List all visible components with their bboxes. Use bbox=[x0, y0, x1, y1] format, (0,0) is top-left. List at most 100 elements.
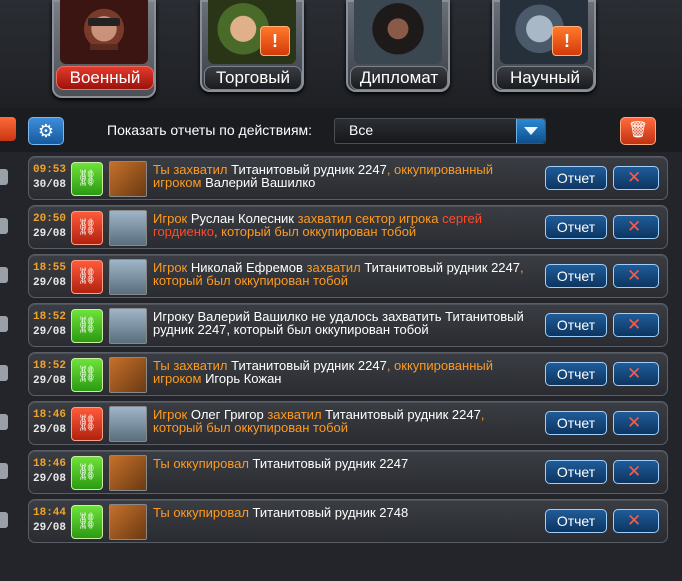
message-segment: Ты оккупировал bbox=[153, 505, 253, 520]
report-button[interactable]: Отчет bbox=[545, 313, 607, 337]
close-icon: ✕ bbox=[627, 413, 642, 432]
handcuffs-icon: ⛓ bbox=[71, 309, 103, 343]
alert-badge: ! bbox=[552, 26, 582, 56]
report-button[interactable]: Отчет bbox=[545, 509, 607, 533]
delete-button[interactable]: ✕ bbox=[613, 166, 659, 190]
handcuffs-icon: ⛓ bbox=[71, 211, 103, 245]
player-avatar bbox=[109, 308, 147, 344]
report-button[interactable]: Отчет bbox=[545, 411, 607, 435]
filter-label: Показать отчеты по действиям: bbox=[107, 122, 313, 138]
message-segment: Титанитовый рудник 2247 bbox=[325, 407, 481, 422]
handcuffs-icon: ⛓ bbox=[71, 456, 103, 490]
advisor-label: Научный bbox=[496, 66, 594, 90]
message-segment: Валерий Вашилко bbox=[205, 175, 316, 190]
chevron-down-icon[interactable] bbox=[516, 119, 545, 143]
message-segment: Ты оккупировал bbox=[153, 456, 253, 471]
event-date: 29/08 bbox=[33, 326, 67, 338]
status-glyph: ⛓ bbox=[76, 513, 98, 530]
event-time: 09:53 bbox=[33, 164, 67, 176]
row-edge-tab[interactable] bbox=[0, 218, 8, 234]
close-icon: ✕ bbox=[627, 462, 642, 481]
diplomat-advisor-portrait bbox=[354, 0, 442, 64]
advisor-label: Дипломат bbox=[350, 66, 448, 90]
status-glyph: ⛓ bbox=[76, 170, 98, 187]
status-glyph: ⛓ bbox=[76, 366, 98, 383]
event-date: 29/08 bbox=[33, 424, 67, 436]
handcuffs-icon: ⛓ bbox=[71, 358, 103, 392]
event-row: 18:44 29/08 ⛓ Ты оккупировал Титанитовый ру… bbox=[28, 499, 668, 543]
event-time: 18:44 bbox=[33, 507, 67, 519]
close-icon: ✕ bbox=[627, 217, 642, 236]
delete-button[interactable]: ✕ bbox=[613, 460, 659, 484]
handcuffs-icon: ⛓ bbox=[71, 260, 103, 294]
report-button[interactable]: Отчет bbox=[545, 460, 607, 484]
event-row: 18:55 29/08 ⛓ Игрок Николай Ефремов захвати… bbox=[28, 254, 668, 298]
row-edge-tab[interactable] bbox=[0, 365, 8, 381]
delete-button[interactable]: ✕ bbox=[613, 509, 659, 533]
event-time: 18:52 bbox=[33, 311, 67, 323]
report-button[interactable]: Отчет bbox=[545, 362, 607, 386]
event-date: 29/08 bbox=[33, 473, 67, 485]
settings-gear-icon[interactable]: ⚙ bbox=[28, 117, 64, 145]
event-date: 29/08 bbox=[33, 522, 67, 534]
advisor-diplomat[interactable]: Дипломат bbox=[346, 0, 450, 92]
advisor-label: Военный bbox=[56, 66, 154, 90]
delete-button[interactable]: ✕ bbox=[613, 313, 659, 337]
event-message: Ты оккупировал Титанитовый рудник 2748 bbox=[153, 506, 533, 519]
trash-icon[interactable]: 🗑 bbox=[620, 117, 656, 145]
close-icon: ✕ bbox=[627, 168, 642, 187]
handcuffs-icon: ⛓ bbox=[71, 407, 103, 441]
event-message: Игрок Руслан Колесник захватил сектор иг… bbox=[153, 212, 533, 238]
delete-button[interactable]: ✕ bbox=[613, 264, 659, 288]
handcuffs-icon: ⛓ bbox=[71, 505, 103, 539]
advisor-science[interactable]: ! Научный bbox=[492, 0, 596, 92]
row-edge-tab[interactable] bbox=[0, 169, 8, 185]
mine-icon bbox=[109, 455, 147, 491]
event-time: 18:46 bbox=[33, 409, 67, 421]
status-glyph: ⛓ bbox=[76, 464, 98, 481]
event-message: Игроку Валерий Вашилко не удалось захват… bbox=[153, 310, 533, 336]
event-row: 20:50 29/08 ⛓ Игрок Руслан Колесник захвати… bbox=[28, 205, 668, 249]
report-button[interactable]: Отчет bbox=[545, 166, 607, 190]
side-tab-button[interactable] bbox=[0, 117, 16, 141]
event-message: Игрок Олег Григор захватил Титанитовый р… bbox=[153, 408, 533, 434]
event-row: 18:46 29/08 ⛓ Игрок Олег Григор захватил Ти… bbox=[28, 401, 668, 445]
message-segment: , который был оккупирован тобой bbox=[213, 224, 417, 239]
player-avatar bbox=[109, 406, 147, 442]
message-segment: Титанитовый рудник 2247 bbox=[364, 260, 520, 275]
report-button[interactable]: Отчет bbox=[545, 264, 607, 288]
event-message: Ты оккупировал Титанитовый рудник 2247 bbox=[153, 457, 533, 470]
filter-value: Все bbox=[349, 122, 374, 138]
event-message: Игрок Николай Ефремов захватил Титанитов… bbox=[153, 261, 533, 287]
filter-dropdown[interactable]: Все bbox=[334, 118, 546, 144]
military-advisor-portrait bbox=[60, 0, 148, 64]
player-avatar bbox=[109, 259, 147, 295]
close-icon: ✕ bbox=[627, 511, 642, 530]
status-glyph: ⛓ bbox=[76, 317, 98, 334]
delete-button[interactable]: ✕ bbox=[613, 215, 659, 239]
row-edge-tab[interactable] bbox=[0, 414, 8, 430]
status-glyph: ⛓ bbox=[76, 219, 98, 236]
event-message: Ты захватил Титанитовый рудник 2247, окк… bbox=[153, 359, 533, 385]
delete-button[interactable]: ✕ bbox=[613, 362, 659, 386]
row-edge-tab[interactable] bbox=[0, 316, 8, 332]
event-row: 18:46 29/08 ⛓ Ты оккупировал Титанитовый ру… bbox=[28, 450, 668, 494]
row-edge-tab[interactable] bbox=[0, 512, 8, 528]
delete-button[interactable]: ✕ bbox=[613, 411, 659, 435]
close-icon: ✕ bbox=[627, 364, 642, 383]
row-edge-tab[interactable] bbox=[0, 463, 8, 479]
event-date: 29/08 bbox=[33, 375, 67, 387]
report-button[interactable]: Отчет bbox=[545, 215, 607, 239]
event-time: 20:50 bbox=[33, 213, 67, 225]
event-time: 18:55 bbox=[33, 262, 67, 274]
row-edge-tab[interactable] bbox=[0, 267, 8, 283]
advisor-military[interactable]: Военный bbox=[52, 0, 156, 98]
event-message: Ты захватил Титанитовый рудник 2247, окк… bbox=[153, 163, 533, 189]
event-row: 18:52 29/08 ⛓ Ты захватил Титанитовый рудни… bbox=[28, 352, 668, 396]
advisor-trade[interactable]: ! Торговый bbox=[200, 0, 304, 92]
close-icon: ✕ bbox=[627, 315, 642, 334]
event-date: 29/08 bbox=[33, 228, 67, 240]
event-date: 29/08 bbox=[33, 277, 67, 289]
mine-icon bbox=[109, 504, 147, 540]
event-time: 18:46 bbox=[33, 458, 67, 470]
